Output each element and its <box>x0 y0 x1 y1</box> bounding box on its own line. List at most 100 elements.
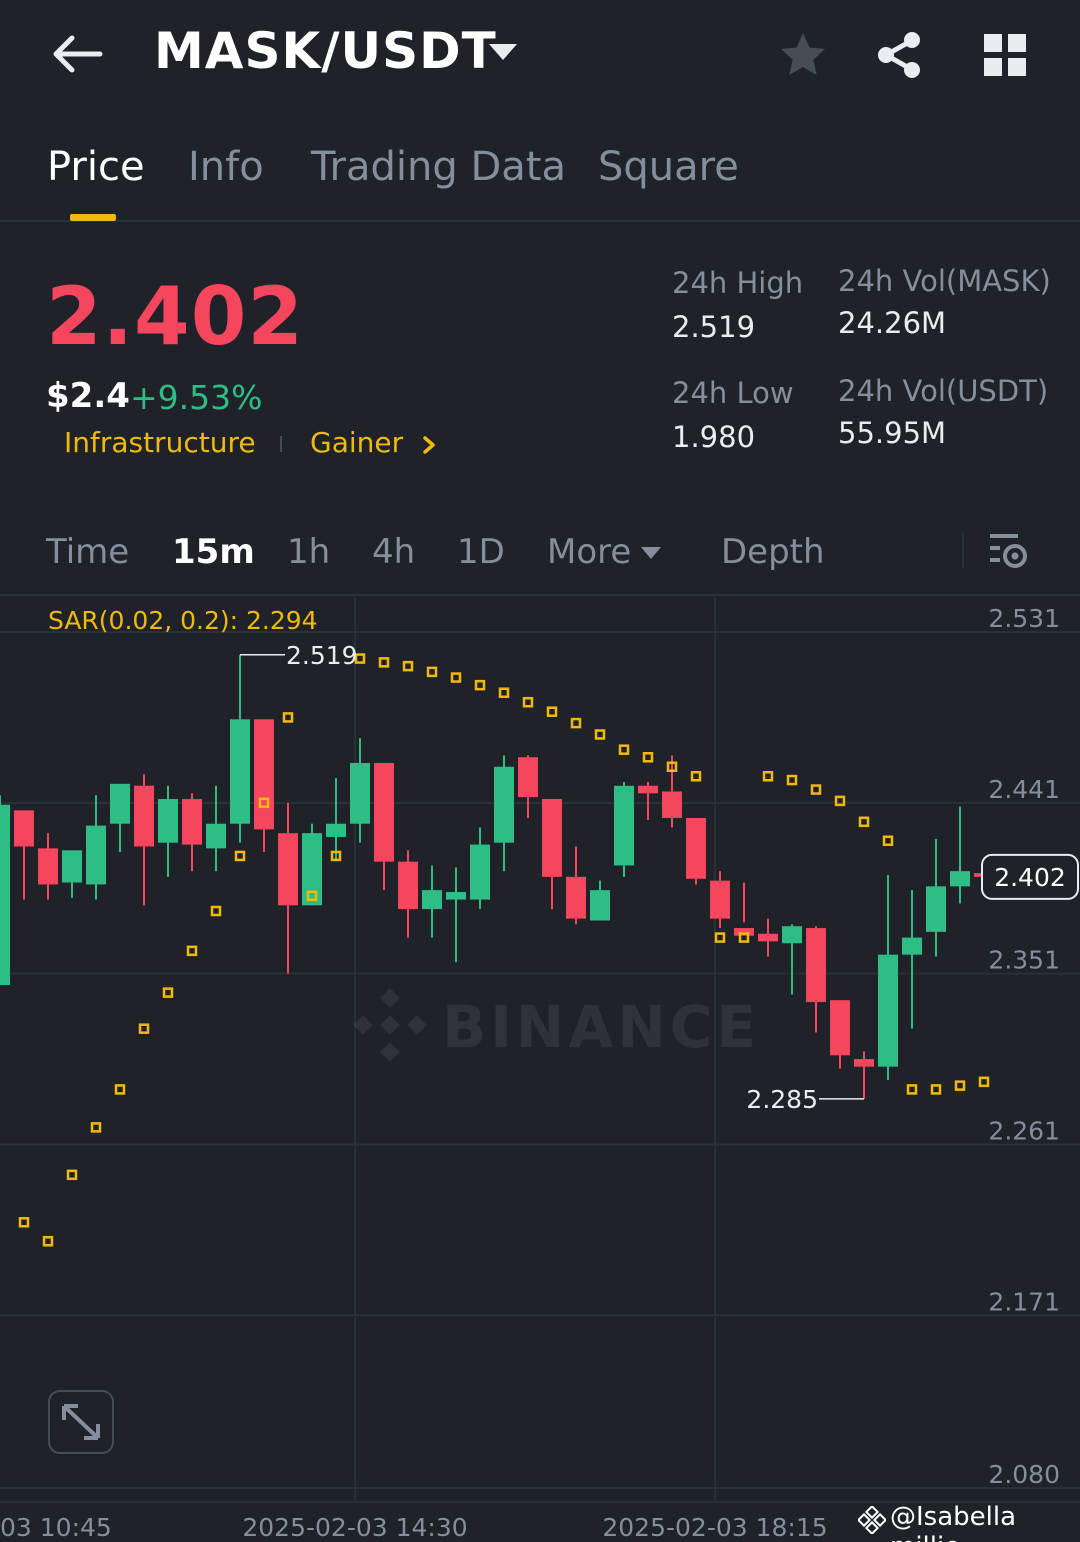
candle-body <box>494 766 514 843</box>
interval-1d[interactable]: 1D <box>457 532 505 572</box>
sar-dot <box>90 1122 102 1133</box>
last-price: 2.402 <box>46 270 305 363</box>
y-axis-tick-label: 2.080 <box>988 1460 1060 1489</box>
candle-body <box>686 818 706 879</box>
depth-tab[interactable]: Depth <box>721 532 825 572</box>
max-price-label: 2.519 <box>286 641 358 670</box>
interval-more[interactable]: More <box>547 532 631 572</box>
low-label: 24h Low <box>672 376 794 410</box>
sar-dot <box>570 717 582 729</box>
chart-settings-icon[interactable] <box>986 530 1030 572</box>
vol-usdt-label: 24h Vol(USDT) <box>838 374 1049 408</box>
interval-15m[interactable]: 15m <box>172 532 255 572</box>
candle-body <box>110 783 130 824</box>
sar-dot <box>474 679 486 691</box>
candle-body <box>854 1059 874 1067</box>
tab-square[interactable]: Square <box>598 144 739 190</box>
sar-dot <box>498 687 510 698</box>
candle-body <box>182 799 202 845</box>
sar-dot <box>978 1076 990 1088</box>
candle-body <box>230 719 250 824</box>
sar-dot <box>402 660 414 672</box>
sar-dot <box>882 835 894 847</box>
candle-body <box>0 804 10 986</box>
candle-body <box>374 762 394 862</box>
pair-title[interactable]: MASK/USDT <box>154 22 497 80</box>
candle-body <box>86 825 106 885</box>
candle-body <box>758 933 778 942</box>
watermark-text: BINANCE <box>442 993 760 1061</box>
y-axis-tick-label: 2.441 <box>988 775 1060 804</box>
sar-dot <box>66 1169 78 1181</box>
chevron-right-icon[interactable] <box>420 434 438 456</box>
tag-infrastructure[interactable]: Infrastructure <box>64 426 256 459</box>
chevron-down-icon[interactable] <box>486 40 520 64</box>
y-axis-tick-label: 2.261 <box>988 1116 1060 1145</box>
tab-trading-data[interactable]: Trading Data <box>311 144 566 190</box>
sar-dot <box>42 1236 54 1247</box>
tab-price[interactable]: Price <box>47 144 145 190</box>
interval-bar: Time 15m 1h 4h 1D More Depth <box>0 520 1080 596</box>
sar-indicator-label: SAR(0.02, 0.2): 2.294 <box>48 606 318 635</box>
candle-body <box>638 785 658 794</box>
caret-down-icon[interactable] <box>640 546 662 560</box>
tag-gainer[interactable]: Gainer <box>310 426 403 459</box>
vol-usdt-value: 55.95M <box>838 416 947 450</box>
back-arrow-icon[interactable] <box>48 30 104 78</box>
candle-body <box>158 799 178 843</box>
y-axis-tick-label: 2.171 <box>988 1287 1060 1316</box>
candle-body <box>62 850 82 883</box>
sar-dot <box>546 706 558 717</box>
sar-dot <box>282 712 294 723</box>
sar-dot <box>522 696 534 708</box>
sar-dot <box>426 666 438 678</box>
sar-dot <box>618 744 630 755</box>
sar-dot <box>114 1084 126 1095</box>
sar-dot <box>954 1080 966 1091</box>
star-icon[interactable] <box>778 30 828 80</box>
y-axis-tick-label: 2.531 <box>988 604 1060 633</box>
vol-mask-label: 24h Vol(MASK) <box>838 264 1051 298</box>
candle-body <box>134 785 154 847</box>
candle-body <box>614 785 634 866</box>
grid-icon[interactable] <box>982 32 1028 78</box>
candle-body <box>446 892 466 900</box>
sar-dot <box>762 770 774 782</box>
binance-logo-icon <box>353 988 427 1062</box>
usd-price: $2.4 <box>46 376 130 416</box>
fullscreen-button[interactable] <box>48 1390 114 1454</box>
share-icon[interactable] <box>874 30 924 80</box>
candle-body <box>398 861 418 910</box>
sar-dot <box>234 850 246 862</box>
candle-body <box>566 876 586 919</box>
interval-1h[interactable]: 1h <box>287 532 330 572</box>
tag-divider <box>280 436 282 452</box>
candle-body <box>902 937 922 955</box>
candle-body <box>542 799 562 877</box>
tab-info[interactable]: Info <box>188 144 264 190</box>
candle-body <box>206 823 226 849</box>
sar-dot <box>18 1217 30 1228</box>
sar-dot <box>834 795 846 807</box>
interval-time[interactable]: Time <box>46 532 129 572</box>
sar-dot <box>858 816 870 828</box>
binance-square-icon <box>858 1506 886 1534</box>
candle-body <box>782 926 802 944</box>
interval-4h[interactable]: 4h <box>372 532 415 572</box>
change-percent: +9.53% <box>130 378 263 417</box>
candle-body <box>254 719 274 830</box>
sar-dot <box>930 1084 942 1095</box>
candle-body <box>422 890 442 910</box>
divider <box>962 532 964 568</box>
candle-body <box>662 791 682 819</box>
candle-body <box>590 890 610 921</box>
candle-body <box>926 886 946 932</box>
candlestick-chart[interactable]: 2.531 2.441 2.351 2.261 2.171 2.080 03 10:45 20… <box>0 598 1080 1542</box>
active-tab-indicator <box>70 214 116 221</box>
min-price-label: 2.285 <box>746 1085 818 1114</box>
y-axis-tick-label: 2.351 <box>988 946 1060 975</box>
candle-body <box>38 848 58 885</box>
candle-body <box>950 871 970 887</box>
x-axis-tick-label: 03 10:45 <box>0 1513 112 1542</box>
sar-dot <box>594 729 606 740</box>
